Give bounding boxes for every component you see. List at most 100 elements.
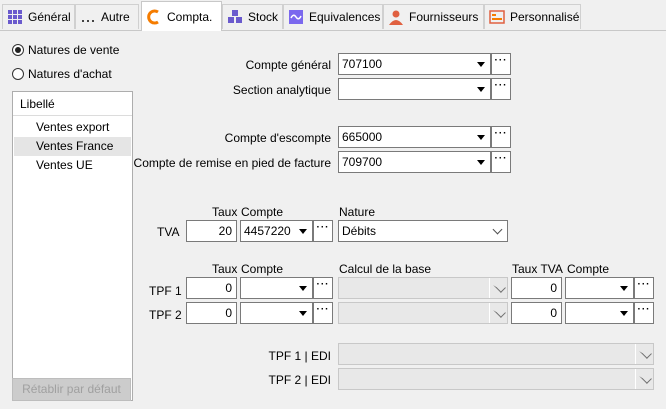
tab-personnalise[interactable]: Personnalisé [484,4,581,29]
list-divider [13,115,132,116]
combo-value: 707100 [342,57,383,71]
tpf2-compte-browse-button[interactable]: ··· [313,302,333,324]
tpf-calcul-header: Calcul de la base [339,262,432,276]
tpf-compte-header: Compte [241,262,284,276]
list-item[interactable]: Ventes France [14,137,131,156]
tpf2-compte-combo[interactable] [240,302,313,324]
combo-value: 4457220 [244,224,291,238]
tva-nature-header: Nature [339,205,376,219]
tpf1-taux-tva-input[interactable]: 0 [511,277,562,299]
list-item[interactable]: Ventes export [14,118,131,137]
combo-value: 709700 [342,155,383,169]
tva-nature-select[interactable]: Débits [338,220,508,242]
compte-general-browse-button[interactable]: ··· [491,53,511,75]
tab-label: Equivalences [309,10,381,24]
radio-natures-vente[interactable]: Natures de vente [12,43,119,57]
compte-general-label: Compte général [245,58,331,72]
accounting-icon [147,9,159,24]
tpf1-calcul-select[interactable] [338,277,508,299]
tpf1-compte-browse-button[interactable]: ··· [313,277,333,299]
tva-label: TVA [157,225,180,239]
chevron-down-icon[interactable] [472,79,490,99]
compte-escompte-combo[interactable]: 665000 [338,126,491,148]
natures-list: Libellé Ventes export Ventes France Vent… [12,91,133,401]
radio-circle [12,44,24,56]
tab-label: Compta. [167,9,213,24]
compte-escompte-browse-button[interactable]: ··· [491,126,511,148]
tab-bar: Général Autre Compta. Stock Equivalences… [0,0,666,31]
grid-icon [8,10,22,24]
compta-panel: Natures de vente Natures d'achat Libellé… [0,30,666,409]
radio-circle [12,68,24,80]
ellipsis-icon [82,20,94,22]
radio-label: Natures d'achat [28,67,112,81]
list-item[interactable]: Ventes UE [14,156,131,175]
list-header: Libellé [20,97,55,111]
chevron-down-icon[interactable] [489,221,507,241]
tpf2-edi-label: TPF 2 | EDI [268,373,331,387]
stock-icon [228,10,242,23]
tpf2-compte2-browse-button[interactable]: ··· [634,302,654,324]
chevron-down-icon[interactable] [472,152,490,172]
tva-taux-header: Taux [212,205,238,219]
tab-label: Stock [248,10,279,24]
tab-autre[interactable]: Autre [75,4,139,29]
chevron-down-icon [489,303,507,323]
tpf1-edi-label: TPF 1 | EDI [268,349,331,363]
radio-label: Natures de vente [28,43,120,57]
chevron-down-icon[interactable] [472,127,490,147]
tab-label: Personnalisé [510,10,580,24]
tab-stock[interactable]: Stock [222,4,283,29]
tpf1-compte2-combo[interactable] [565,277,634,299]
tab-label: Autre [101,10,130,24]
tpf2-taux-input[interactable]: 0 [186,302,237,324]
tpf2-compte2-combo[interactable] [565,302,634,324]
section-analytique-label: Section analytique [232,83,331,97]
tab-general[interactable]: Général [2,4,75,29]
chevron-down-icon[interactable] [294,278,312,298]
tva-compte-header: Compte [241,205,284,219]
chevron-down-icon[interactable] [294,303,312,323]
tpf2-taux-tva-input[interactable]: 0 [511,302,562,324]
tpf1-taux-input[interactable]: 0 [186,277,237,299]
tab-label: Général [28,10,71,24]
section-analytique-combo[interactable] [338,78,491,100]
chevron-down-icon[interactable] [615,303,633,323]
custom-icon [489,10,505,24]
tva-compte-browse-button[interactable]: ··· [313,220,333,242]
chevron-down-icon [635,369,653,389]
tab-equivalences[interactable]: Equivalences [283,4,383,29]
combo-value: 665000 [342,130,383,144]
compte-remise-combo[interactable]: 709700 [338,151,491,173]
tpf1-compte-combo[interactable] [240,277,313,299]
equivalence-icon [289,10,303,24]
tpf2-edi-select[interactable] [338,368,654,390]
reset-defaults-button[interactable]: Rétablir par défaut [12,378,131,401]
tpf-taux-header: Taux [212,262,238,276]
radio-natures-achat[interactable]: Natures d'achat [12,67,112,81]
tpf-compte2-header: Compte [567,262,610,276]
chevron-down-icon[interactable] [294,221,312,241]
compte-escompte-label: Compte d'escompte [224,131,331,145]
tab-fournisseurs[interactable]: Fournisseurs [383,4,484,29]
tva-taux-input[interactable]: 20 [186,220,237,242]
tpf1-edi-select[interactable] [338,343,654,365]
tpf-taux-tva-header: Taux TVA [512,262,563,276]
combo-value: Débits [342,224,377,238]
compte-remise-label: Compte de remise en pied de facture [133,156,331,170]
section-analytique-browse-button[interactable]: ··· [491,78,511,100]
tpf1-compte2-browse-button[interactable]: ··· [634,277,654,299]
supplier-icon [389,10,403,25]
tab-compta[interactable]: Compta. [141,1,222,31]
tab-label: Fournisseurs [409,10,479,24]
compte-remise-browse-button[interactable]: ··· [491,151,511,173]
tpf2-label: TPF 2 [149,308,182,322]
tpf1-label: TPF 1 [149,284,182,298]
chevron-down-icon [635,344,653,364]
chevron-down-icon[interactable] [615,278,633,298]
compte-general-combo[interactable]: 707100 [338,53,491,75]
tva-compte-combo[interactable]: 4457220 [240,220,313,242]
chevron-down-icon [489,278,507,298]
tpf2-calcul-select[interactable] [338,302,508,324]
chevron-down-icon[interactable] [472,54,490,74]
